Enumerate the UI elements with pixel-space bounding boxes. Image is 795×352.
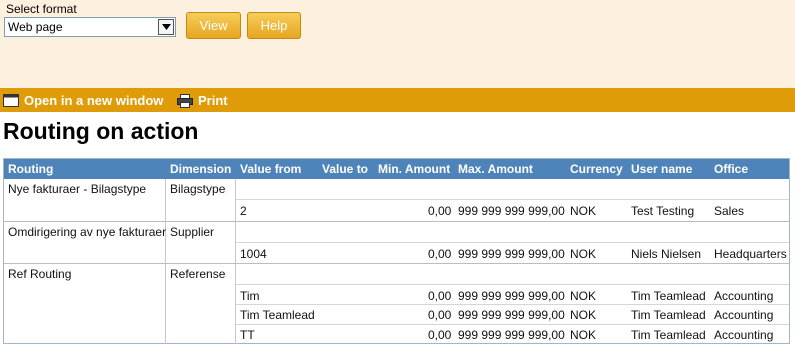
office: Sales [714,204,745,218]
table-row: 1004 0,00 999 999 999 999,00 NOK Niels N… [4,243,789,264]
routing-table: Routing Dimension Value from Value to Mi… [3,158,790,344]
office: Accounting [714,308,774,322]
user-name: Test Testing [631,204,695,218]
group-row: Ref Routing Referense [4,264,789,285]
format-select[interactable]: Web page [4,17,176,37]
user-name: Tim Teamlead [631,328,706,342]
currency: NOK [570,308,597,322]
col-office: Office [714,162,749,176]
office: Accounting [714,289,774,303]
max-amount: 999 999 999 999,00 [458,308,565,322]
currency: NOK [570,204,597,218]
user-name: Tim Teamlead [631,289,706,303]
format-panel: Select format Web page View Help [0,0,795,88]
max-amount: 999 999 999 999,00 [458,247,565,261]
col-dimension: Dimension [170,162,232,176]
col-value-from: Value from [240,162,302,176]
dimension-name: Referense [170,267,226,281]
max-amount: 999 999 999 999,00 [458,328,565,342]
min-amount: 0,00 [428,328,452,342]
action-toolbar: Open in a new window Print [0,88,795,112]
print-label: Print [198,93,228,108]
value-from: 1004 [240,247,267,261]
office: Accounting [714,328,774,342]
col-routing: Routing [8,162,54,176]
printer-icon [177,94,193,108]
format-select-value: Web page [8,20,63,34]
value-from: Tim Teamlead [240,308,315,322]
max-amount: 999 999 999 999,00 [458,289,565,303]
min-amount: 0,00 [428,289,452,303]
col-currency: Currency [570,162,623,176]
group-row: Omdirigering av nye fakturaer Supplier [4,222,789,243]
min-amount: 0,00 [428,308,452,322]
view-button[interactable]: View [186,12,241,39]
value-from: 2 [240,204,247,218]
table-row: TT 0,00 999 999 999 999,00 NOK Tim Teaml… [4,325,789,344]
chevron-down-icon[interactable] [158,19,174,35]
table-row: Tim Teamlead 0,00 999 999 999 999,00 NOK… [4,305,789,324]
table-header: Routing Dimension Value from Value to Mi… [4,159,789,179]
user-name: Niels Nielsen [631,247,702,261]
col-max-amount: Max. Amount [458,162,533,176]
office: Headquarters [714,247,787,261]
value-from: Tim [240,289,260,303]
dimension-name: Bilagstype [170,182,226,196]
currency: NOK [570,289,597,303]
window-icon [3,94,19,107]
format-label: Select format [6,2,77,16]
col-user-name: User name [631,162,693,176]
max-amount: 999 999 999 999,00 [458,204,565,218]
help-button[interactable]: Help [247,12,301,39]
table-row: Tim 0,00 999 999 999 999,00 NOK Tim Team… [4,285,789,305]
dimension-name: Supplier [170,225,215,239]
open-new-window-label: Open in a new window [24,93,164,108]
routing-name: Omdirigering av nye fakturaer [8,225,167,239]
routing-name: Ref Routing [8,267,72,281]
user-name: Tim Teamlead [631,308,706,322]
table-row: 2 0,00 999 999 999 999,00 NOK Test Testi… [4,200,789,221]
col-min-amount: Min. Amount [378,162,451,176]
col-value-to: Value to [322,162,369,176]
min-amount: 0,00 [428,204,452,218]
value-from: TT [240,328,255,342]
currency: NOK [570,328,597,342]
page-title: Routing on action [3,118,199,144]
currency: NOK [570,247,597,261]
routing-name: Nye fakturaer - Bilagstype [8,182,147,196]
min-amount: 0,00 [428,247,452,261]
